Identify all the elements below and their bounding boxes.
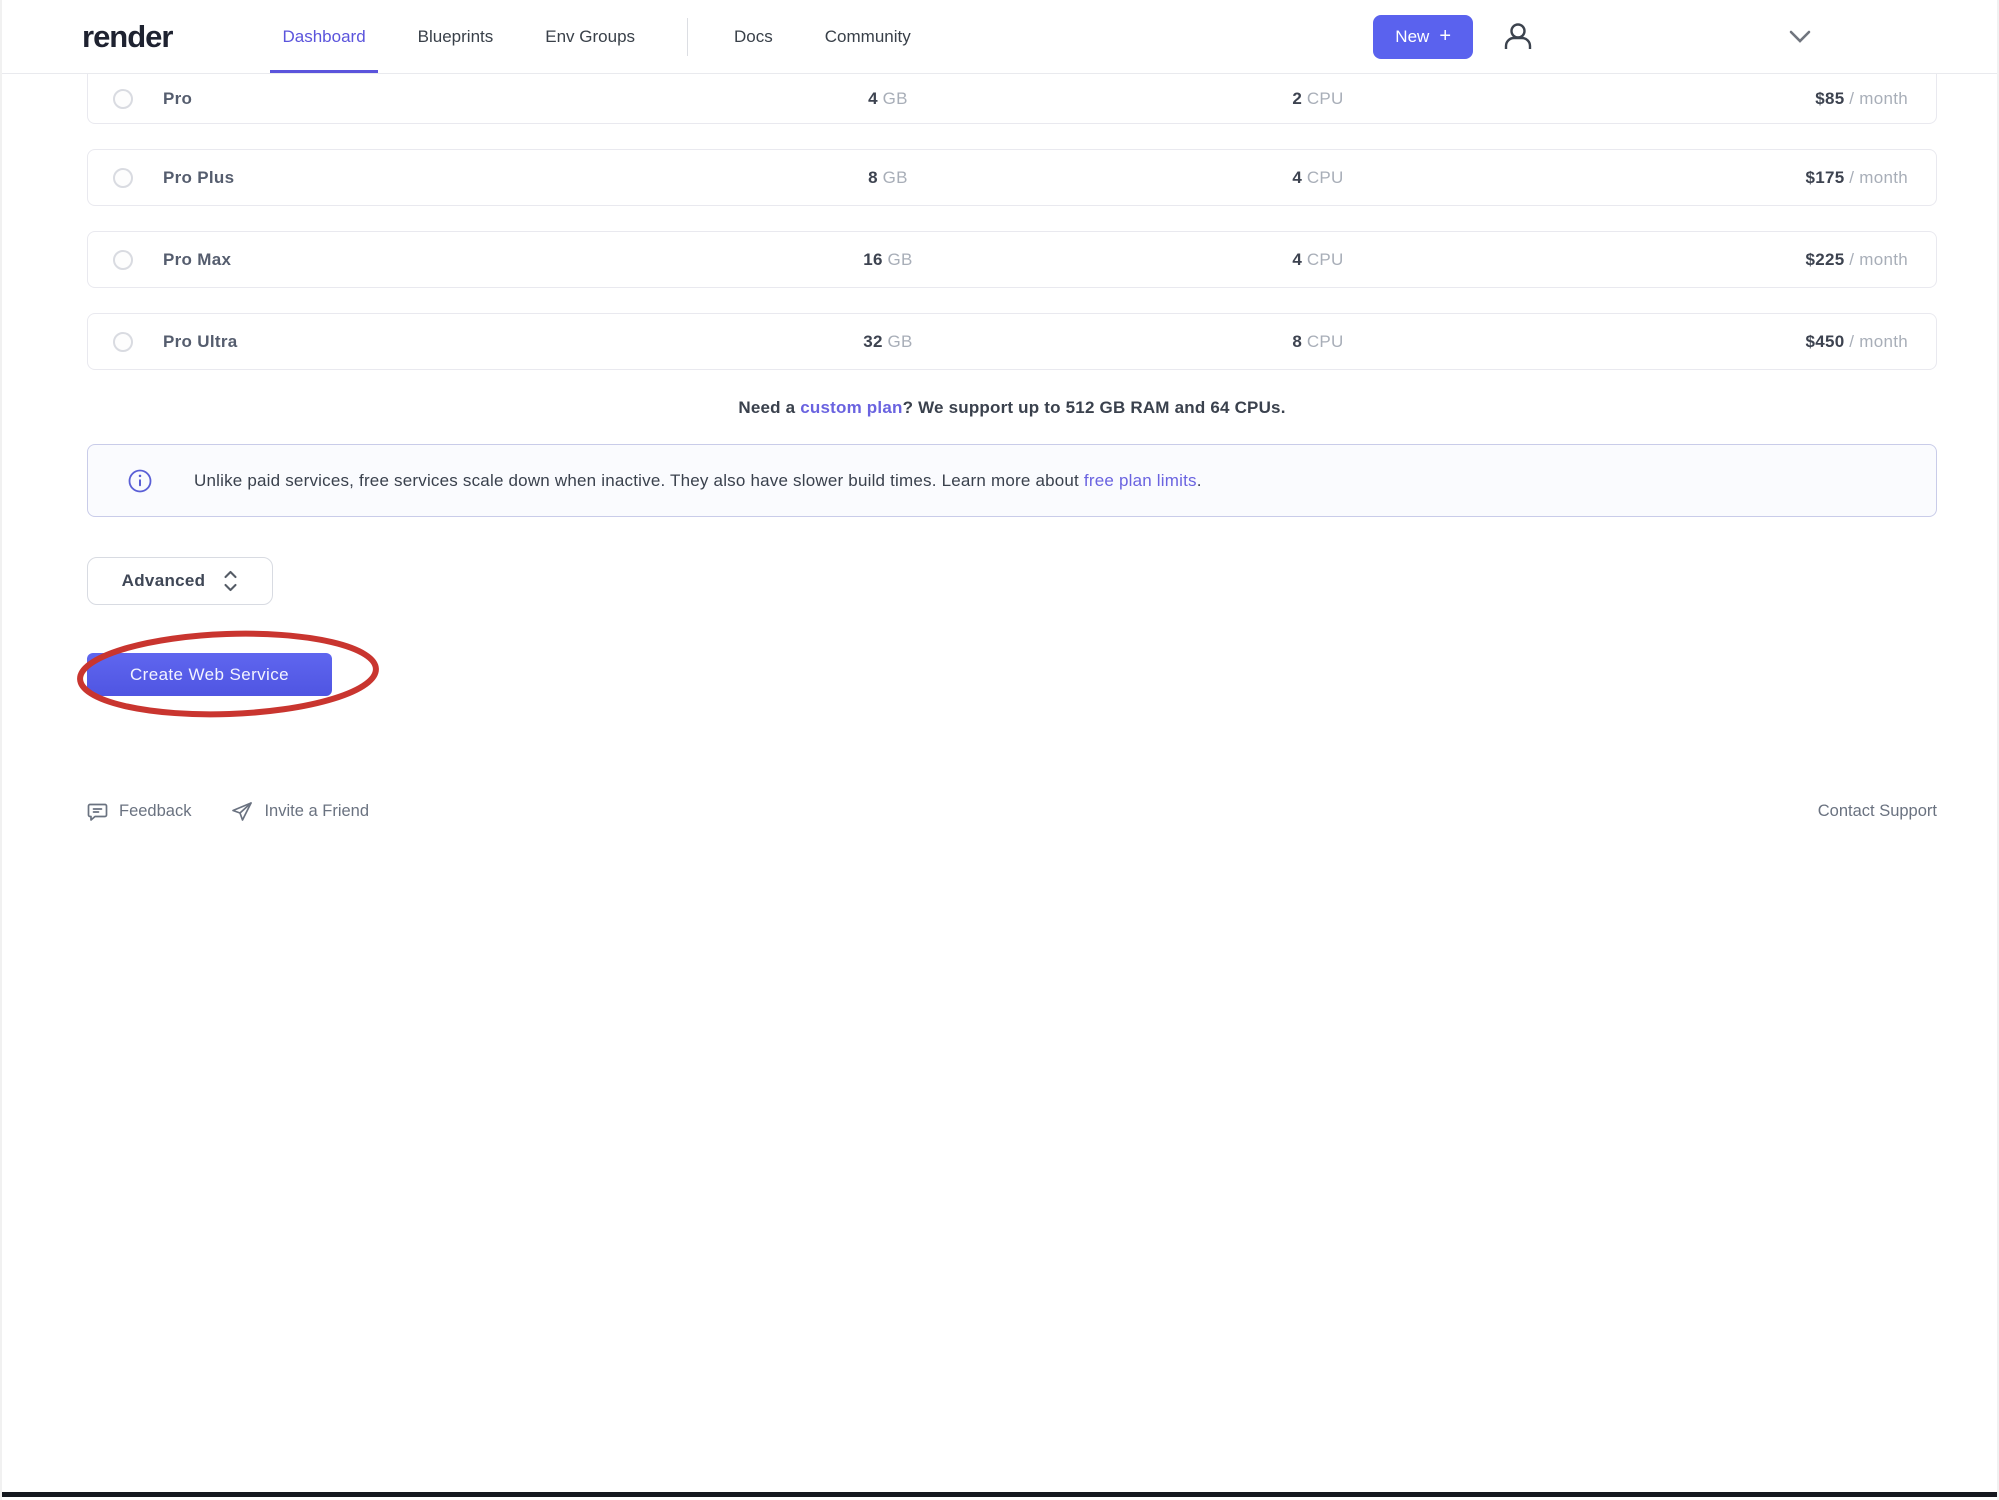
plan-ram: 4 GB xyxy=(678,89,1098,109)
nav-item-label: Dashboard xyxy=(282,27,365,47)
notice-text-before: Unlike paid services, free services scal… xyxy=(194,471,1084,490)
plan-radio[interactable] xyxy=(113,250,133,270)
plan-ram: 16 GB xyxy=(678,250,1098,270)
ram-value: 32 xyxy=(863,332,883,351)
plan-name: Pro Max xyxy=(163,250,678,270)
nav-divider xyxy=(687,18,688,56)
price-value: $175 xyxy=(1805,168,1844,187)
plan-cpu: 4 CPU xyxy=(1098,250,1538,270)
header-right-group: New + xyxy=(1373,15,1917,59)
notice-text-after: . xyxy=(1197,471,1202,490)
nav-item-blueprints[interactable]: Blueprints xyxy=(418,0,494,73)
cpu-unit: CPU xyxy=(1307,168,1344,187)
price-unit: / month xyxy=(1849,332,1908,351)
free-plan-notice: Unlike paid services, free services scal… xyxy=(87,444,1937,517)
ram-value: 4 xyxy=(868,89,878,108)
page-footer: Feedback Invite a Friend Contact Support xyxy=(87,801,1937,822)
price-value: $225 xyxy=(1805,250,1844,269)
invite-friend-label: Invite a Friend xyxy=(264,802,369,821)
ram-unit: GB xyxy=(883,168,908,187)
plan-row-pro-ultra[interactable]: Pro Ultra 32 GB 8 CPU $450 / month xyxy=(87,313,1937,370)
window-bottom-edge xyxy=(2,1492,1997,1497)
advanced-toggle-button[interactable]: Advanced xyxy=(87,557,273,605)
notice-text: Unlike paid services, free services scal… xyxy=(194,471,1202,491)
new-button[interactable]: New + xyxy=(1373,15,1473,59)
plan-row-pro[interactable]: Pro 4 GB 2 CPU $85 / month xyxy=(87,74,1937,124)
ram-unit: GB xyxy=(888,250,913,269)
plan-cpu: 4 CPU xyxy=(1098,168,1538,188)
nav-item-label: Docs xyxy=(734,27,773,47)
plan-radio[interactable] xyxy=(113,332,133,352)
nav-item-community[interactable]: Community xyxy=(825,0,911,73)
top-navigation-bar: render Dashboard Blueprints Env Groups D… xyxy=(2,0,1997,74)
cpu-value: 8 xyxy=(1292,332,1302,351)
plan-name: Pro Ultra xyxy=(163,332,678,352)
create-button-area: Create Web Service xyxy=(87,633,447,717)
price-unit: / month xyxy=(1849,250,1908,269)
custom-plan-link[interactable]: custom plan xyxy=(800,398,902,417)
free-plan-limits-link[interactable]: free plan limits xyxy=(1084,471,1197,490)
plan-cpu: 8 CPU xyxy=(1098,332,1538,352)
ram-value: 16 xyxy=(863,250,883,269)
plan-price: $450 / month xyxy=(1538,332,1908,352)
cpu-unit: CPU xyxy=(1307,332,1344,351)
plan-price: $175 / month xyxy=(1538,168,1908,188)
ram-unit: GB xyxy=(888,332,913,351)
cpu-unit: CPU xyxy=(1307,250,1344,269)
nav-item-label: Env Groups xyxy=(545,27,635,47)
nav-item-docs[interactable]: Docs xyxy=(734,0,773,73)
cpu-unit: CPU xyxy=(1307,89,1344,108)
plan-row-pro-max[interactable]: Pro Max 16 GB 4 CPU $225 / month xyxy=(87,231,1937,288)
nav-item-label: Blueprints xyxy=(418,27,494,47)
custom-plan-line: Need a custom plan? We support up to 512… xyxy=(87,398,1937,418)
nav-item-label: Community xyxy=(825,27,911,47)
create-web-service-button[interactable]: Create Web Service xyxy=(87,653,332,696)
plan-ram: 32 GB xyxy=(678,332,1098,352)
render-logo[interactable]: render xyxy=(82,19,172,55)
nav-item-env-groups[interactable]: Env Groups xyxy=(545,0,635,73)
advanced-label: Advanced xyxy=(122,571,206,591)
plan-radio[interactable] xyxy=(113,168,133,188)
plan-price: $85 / month xyxy=(1538,89,1908,109)
invite-friend-link[interactable]: Invite a Friend xyxy=(231,801,369,822)
info-icon xyxy=(128,469,152,493)
price-unit: / month xyxy=(1849,89,1908,108)
plus-icon: + xyxy=(1439,25,1451,48)
chevron-down-icon[interactable] xyxy=(1789,30,1811,44)
plan-cpu: 2 CPU xyxy=(1098,89,1538,109)
send-icon xyxy=(231,801,253,822)
contact-support-link[interactable]: Contact Support xyxy=(1818,802,1937,821)
render-dashboard-page: render Dashboard Blueprints Env Groups D… xyxy=(0,0,1999,1500)
custom-plan-prefix: Need a xyxy=(738,398,800,417)
price-value: $450 xyxy=(1805,332,1844,351)
new-button-label: New xyxy=(1395,27,1429,47)
price-value: $85 xyxy=(1815,89,1844,108)
plan-row-pro-plus[interactable]: Pro Plus 8 GB 4 CPU $175 / month xyxy=(87,149,1937,206)
primary-nav: Dashboard Blueprints Env Groups Docs Com… xyxy=(282,0,962,73)
plan-name: Pro xyxy=(163,89,678,109)
nav-item-dashboard[interactable]: Dashboard xyxy=(282,0,365,73)
main-content: Pro 4 GB 2 CPU $85 / month Pro Plus 8 GB xyxy=(2,74,1997,822)
cpu-value: 4 xyxy=(1292,250,1302,269)
user-account-icon[interactable] xyxy=(1499,18,1537,56)
plan-radio[interactable] xyxy=(113,89,133,109)
plan-price: $225 / month xyxy=(1538,250,1908,270)
ram-unit: GB xyxy=(883,89,908,108)
price-unit: / month xyxy=(1849,168,1908,187)
feedback-label: Feedback xyxy=(119,802,191,821)
feedback-link[interactable]: Feedback xyxy=(87,801,191,822)
ram-value: 8 xyxy=(868,168,878,187)
plan-name: Pro Plus xyxy=(163,168,678,188)
cpu-value: 2 xyxy=(1292,89,1302,108)
chevron-up-down-icon xyxy=(223,570,238,592)
cpu-value: 4 xyxy=(1292,168,1302,187)
plan-ram: 8 GB xyxy=(678,168,1098,188)
feedback-icon xyxy=(87,801,108,822)
custom-plan-suffix: ? We support up to 512 GB RAM and 64 CPU… xyxy=(903,398,1286,417)
